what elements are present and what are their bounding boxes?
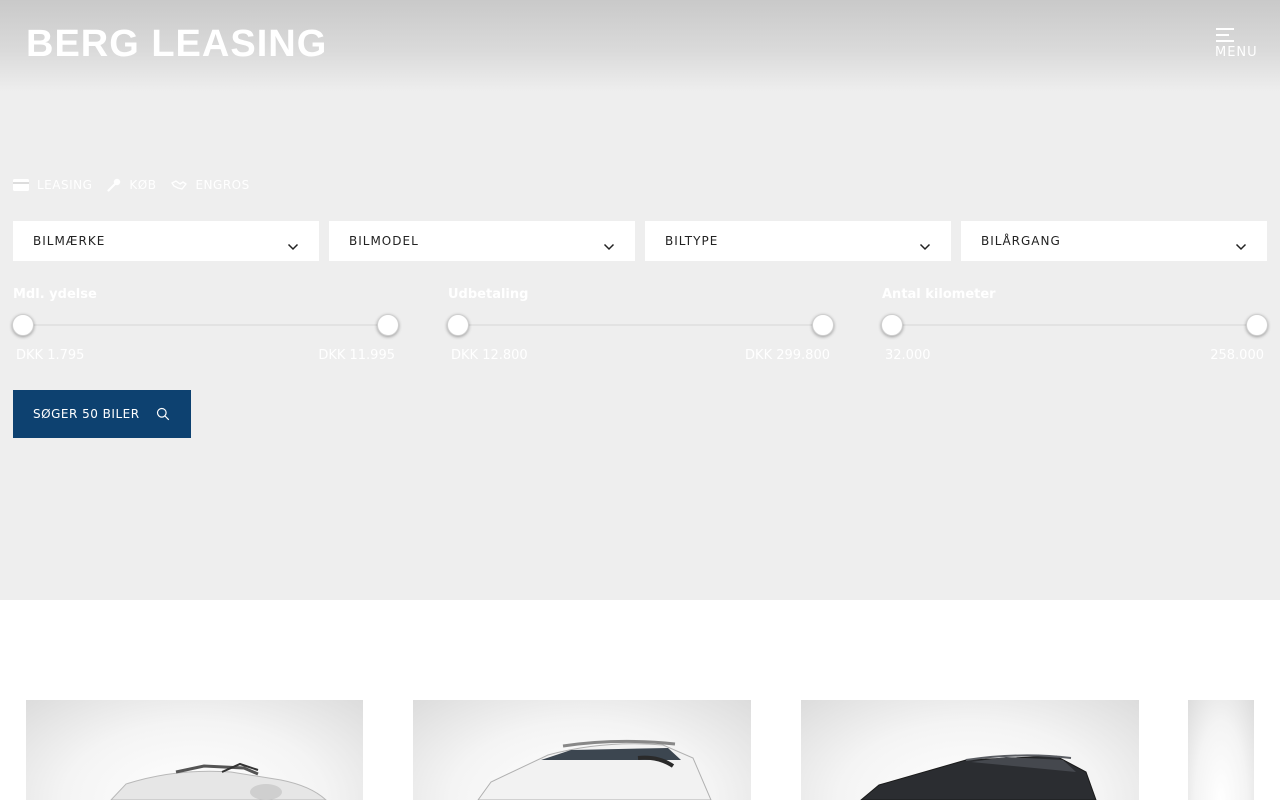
tab-koeb-label: KØB xyxy=(129,178,157,192)
car-card[interactable] xyxy=(1188,700,1254,800)
search-button-label: SØGER 50 BILER xyxy=(33,407,140,421)
car-card[interactable] xyxy=(801,700,1139,800)
slider-max-value: DKK 299.800 xyxy=(745,348,830,363)
slider-label: Antal kilometer xyxy=(882,287,996,302)
slider-min-handle[interactable] xyxy=(12,314,34,336)
slider-max-handle[interactable] xyxy=(812,314,834,336)
car-image xyxy=(477,739,712,800)
mileage-slider: Antal kilometer 32.000 258.000 xyxy=(881,285,1269,365)
chevron-down-icon xyxy=(1235,236,1247,255)
model-dropdown-label: BILMODEL xyxy=(349,234,419,248)
tab-leasing[interactable]: LEASING xyxy=(13,178,92,192)
menu-button[interactable]: MENU xyxy=(1212,26,1258,66)
model-dropdown[interactable]: BILMODEL xyxy=(329,221,635,261)
car-card[interactable] xyxy=(26,700,363,800)
site-logo[interactable]: BERG LEASING xyxy=(26,24,327,64)
slider-max-handle[interactable] xyxy=(1246,314,1268,336)
key-icon xyxy=(107,178,121,192)
chevron-down-icon xyxy=(919,236,931,255)
slider-min-handle[interactable] xyxy=(447,314,469,336)
tab-leasing-label: LEASING xyxy=(37,178,93,192)
slider-max-value: DKK 11.995 xyxy=(318,348,395,363)
slider-max-handle[interactable] xyxy=(377,314,399,336)
card-icon xyxy=(13,179,29,191)
handshake-icon xyxy=(171,179,188,191)
slider-track[interactable] xyxy=(892,324,1257,326)
menu-label: MENU xyxy=(1215,45,1258,60)
car-image xyxy=(110,762,327,800)
type-dropdown-label: BILTYPE xyxy=(665,234,719,248)
chevron-down-icon xyxy=(603,236,615,255)
slider-track[interactable] xyxy=(458,324,823,326)
tab-engros-label: ENGROS xyxy=(195,178,250,192)
category-tabs: LEASING KØB ENGROS xyxy=(13,175,265,195)
down-payment-slider: Udbetaling DKK 12.800 DKK 299.800 xyxy=(447,285,835,365)
slider-track[interactable] xyxy=(23,324,388,326)
slider-label: Udbetaling xyxy=(448,287,529,302)
search-cars-button[interactable]: SØGER 50 BILER xyxy=(13,390,191,438)
type-dropdown[interactable]: BILTYPE xyxy=(645,221,951,261)
car-image xyxy=(860,754,1097,800)
slider-min-value: DKK 12.800 xyxy=(451,348,528,363)
brand-dropdown-label: BILMÆRKE xyxy=(33,234,106,248)
car-card[interactable] xyxy=(413,700,751,800)
slider-max-value: 258.000 xyxy=(1210,348,1264,363)
hamburger-icon xyxy=(1216,28,1234,42)
year-dropdown[interactable]: BILÅRGANG xyxy=(961,221,1267,261)
chevron-down-icon xyxy=(287,236,299,255)
year-dropdown-label: BILÅRGANG xyxy=(981,234,1061,248)
slider-label: Mdl. ydelse xyxy=(13,287,97,302)
slider-min-value: DKK 1.795 xyxy=(16,348,85,363)
slider-min-handle[interactable] xyxy=(881,314,903,336)
monthly-payment-slider: Mdl. ydelse DKK 1.795 DKK 11.995 xyxy=(12,285,400,365)
tab-koeb[interactable]: KØB xyxy=(107,178,156,192)
tab-engros[interactable]: ENGROS xyxy=(171,178,249,192)
search-icon xyxy=(156,406,170,425)
brand-dropdown[interactable]: BILMÆRKE xyxy=(13,221,319,261)
slider-min-value: 32.000 xyxy=(885,348,931,363)
